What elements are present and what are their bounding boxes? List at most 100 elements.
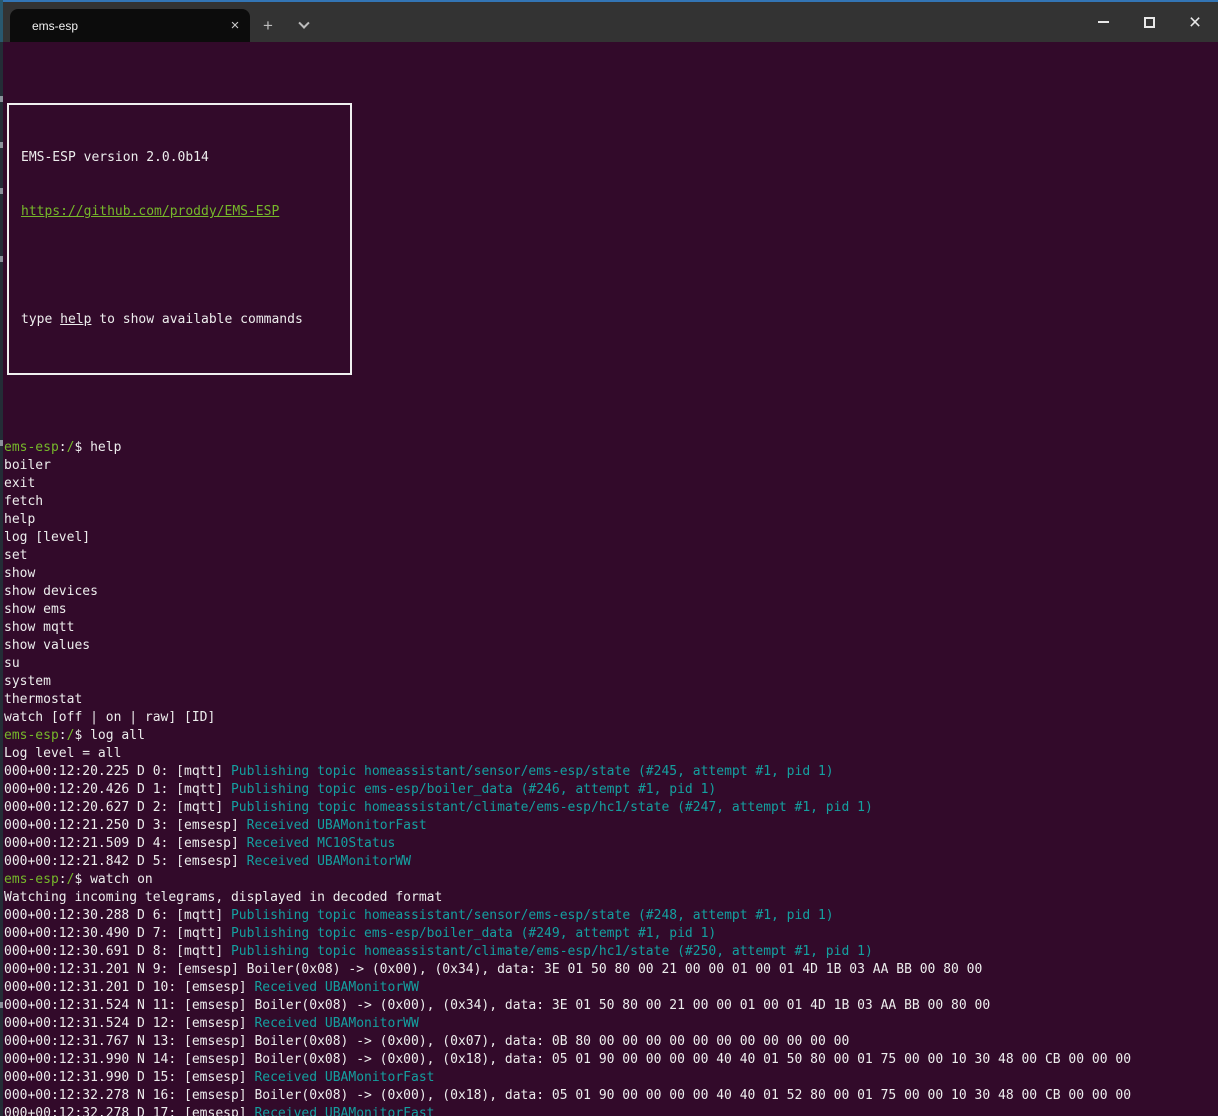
background-window-edge xyxy=(0,0,3,1116)
terminal-text-segment: Publishing topic homeassistant/sensor/em… xyxy=(231,764,834,779)
terminal-line: show mqtt xyxy=(4,619,1218,637)
terminal-text-segment: su xyxy=(4,656,20,671)
terminal-text-segment: 000+00:12:32.278 D 17: [emsesp] xyxy=(4,1106,254,1116)
terminal-text-segment: 000+00:12:31.201 D 10: [emsesp] xyxy=(4,980,254,995)
terminal-line: help xyxy=(4,511,1218,529)
tab-title: ems-esp xyxy=(10,19,220,33)
terminal-text-segment: Received UBAMonitorFast xyxy=(254,1070,434,1085)
terminal-line: 000+00:12:20.426 D 1: [mqtt] Publishing … xyxy=(4,781,1218,799)
terminal-text-segment: Received UBAMonitorWW xyxy=(254,1016,418,1031)
terminal-text-segment: Log level = all xyxy=(4,746,121,761)
tab-ems-esp[interactable]: ems-esp × xyxy=(10,9,250,42)
terminal-text-segment: Received UBAMonitorFast xyxy=(247,818,427,833)
terminal-text-segment: set xyxy=(4,548,27,563)
terminal-text-segment: watch [off | on | raw] [ID] xyxy=(4,710,215,725)
terminal-line: 000+00:12:21.250 D 3: [emsesp] Received … xyxy=(4,817,1218,835)
terminal-line: 000+00:12:30.288 D 6: [mqtt] Publishing … xyxy=(4,907,1218,925)
new-tab-button[interactable]: + xyxy=(250,9,286,42)
terminal-text-segment: show xyxy=(4,566,35,581)
terminal-text-segment: Publishing topic ems-esp/boiler_data (#2… xyxy=(231,782,716,797)
terminal-line: 000+00:12:20.225 D 0: [mqtt] Publishing … xyxy=(4,763,1218,781)
terminal-text-segment: ems-esp xyxy=(4,872,59,887)
github-link[interactable]: https://github.com/proddy/EMS-ESP xyxy=(21,204,279,219)
minimize-button[interactable] xyxy=(1080,2,1126,42)
terminal-text-segment: thermostat xyxy=(4,692,82,707)
terminal-line: su xyxy=(4,655,1218,673)
terminal-line: boiler xyxy=(4,457,1218,475)
terminal-line: set xyxy=(4,547,1218,565)
terminal-line: 000+00:12:31.524 D 12: [emsesp] Received… xyxy=(4,1015,1218,1033)
terminal-text-segment: Watching incoming telegrams, displayed i… xyxy=(4,890,442,905)
terminal-line: show devices xyxy=(4,583,1218,601)
terminal-line: 000+00:12:31.201 N 9: [emsesp] Boiler(0x… xyxy=(4,961,1218,979)
terminal-text-segment: 000+00:12:20.627 D 2: [mqtt] xyxy=(4,800,231,815)
window-accent-border xyxy=(0,0,1218,2)
terminal-text-segment: show ems xyxy=(4,602,67,617)
terminal-line: 000+00:12:21.842 D 5: [emsesp] Received … xyxy=(4,853,1218,871)
tab-dropdown-button[interactable] xyxy=(286,9,322,42)
terminal-text-segment: show values xyxy=(4,638,90,653)
chevron-down-icon xyxy=(298,17,309,28)
tab-close-icon[interactable]: × xyxy=(220,17,250,34)
terminal-text-segment: 000+00:12:31.524 D 12: [emsesp] xyxy=(4,1016,254,1031)
terminal-line: system xyxy=(4,673,1218,691)
terminal-text-segment: show mqtt xyxy=(4,620,74,635)
terminal-text-segment: Received MC10Status xyxy=(247,836,396,851)
terminal-line: show xyxy=(4,565,1218,583)
titlebar[interactable]: ems-esp × + × xyxy=(0,2,1218,42)
terminal-text-segment: log [level] xyxy=(4,530,90,545)
terminal-line: 000+00:12:31.767 N 13: [emsesp] Boiler(0… xyxy=(4,1033,1218,1051)
terminal-text-segment: 000+00:12:31.990 D 15: [emsesp] xyxy=(4,1070,254,1085)
startup-banner: EMS-ESP version 2.0.0b14 https://github.… xyxy=(7,103,352,375)
terminal-line: 000+00:12:20.627 D 2: [mqtt] Publishing … xyxy=(4,799,1218,817)
terminal-text-segment: : xyxy=(59,872,67,887)
terminal-text-segment: : xyxy=(59,728,67,743)
terminal-text-segment: boiler xyxy=(4,458,51,473)
terminal-text-segment: 000+00:12:30.288 D 6: [mqtt] xyxy=(4,908,231,923)
terminal-line: show values xyxy=(4,637,1218,655)
terminal-text-segment: 000+00:12:31.767 N 13: [emsesp] Boiler(0… xyxy=(4,1034,849,1049)
terminal-line: fetch xyxy=(4,493,1218,511)
maximize-icon xyxy=(1144,17,1155,28)
terminal-text-segment: 000+00:12:21.509 D 4: [emsesp] xyxy=(4,836,247,851)
terminal-text-segment: Received UBAMonitorWW xyxy=(247,854,411,869)
terminal-line: log [level] xyxy=(4,529,1218,547)
terminal-text-segment: 000+00:12:21.842 D 5: [emsesp] xyxy=(4,854,247,869)
terminal-line: thermostat xyxy=(4,691,1218,709)
minimize-icon xyxy=(1098,21,1109,23)
terminal-text-segment: 000+00:12:31.524 N 11: [emsesp] Boiler(0… xyxy=(4,998,990,1013)
terminal-line: 000+00:12:30.691 D 8: [mqtt] Publishing … xyxy=(4,943,1218,961)
terminal-text-segment: ems-esp xyxy=(4,728,59,743)
close-button[interactable]: × xyxy=(1172,2,1218,42)
banner-version: EMS-ESP version 2.0.0b14 xyxy=(21,149,338,167)
terminal-body[interactable]: EMS-ESP version 2.0.0b14 https://github.… xyxy=(0,42,1218,1116)
terminal-line: 000+00:12:31.201 D 10: [emsesp] Received… xyxy=(4,979,1218,997)
terminal-text-segment: 000+00:12:30.691 D 8: [mqtt] xyxy=(4,944,231,959)
terminal-text-segment: help xyxy=(4,512,35,527)
terminal-text-segment: $ log all xyxy=(74,728,144,743)
terminal-lines: ems-esp:/$ helpboilerexitfetchhelplog [l… xyxy=(4,439,1218,1116)
terminal-line: 000+00:12:32.278 N 16: [emsesp] Boiler(0… xyxy=(4,1087,1218,1105)
terminal-text-segment: $ watch on xyxy=(74,872,152,887)
terminal-text-segment: 000+00:12:32.278 N 16: [emsesp] Boiler(0… xyxy=(4,1088,1131,1103)
terminal-text-segment: Publishing topic homeassistant/sensor/em… xyxy=(231,908,834,923)
terminal-text-segment: Received UBAMonitorWW xyxy=(254,980,418,995)
terminal-text-segment: system xyxy=(4,674,51,689)
close-icon: × xyxy=(1189,12,1201,33)
terminal-text-segment: 000+00:12:20.426 D 1: [mqtt] xyxy=(4,782,231,797)
plus-icon: + xyxy=(263,16,273,36)
banner-hint: type help to show available commands xyxy=(21,311,338,329)
terminal-text-segment: Publishing topic homeassistant/climate/e… xyxy=(231,944,873,959)
terminal-line: 000+00:12:31.990 N 14: [emsesp] Boiler(0… xyxy=(4,1051,1218,1069)
terminal-text-segment: Publishing topic ems-esp/boiler_data (#2… xyxy=(231,926,716,941)
terminal-line: ems-esp:/$ log all xyxy=(4,727,1218,745)
terminal-line: 000+00:12:31.990 D 15: [emsesp] Received… xyxy=(4,1069,1218,1087)
terminal-line: 000+00:12:21.509 D 4: [emsesp] Received … xyxy=(4,835,1218,853)
maximize-button[interactable] xyxy=(1126,2,1172,42)
help-command-hint: help xyxy=(60,312,91,327)
terminal-text-segment: : xyxy=(59,440,67,455)
terminal-text-segment: 000+00:12:20.225 D 0: [mqtt] xyxy=(4,764,231,779)
terminal-text-segment: 000+00:12:30.490 D 7: [mqtt] xyxy=(4,926,231,941)
terminal-line: watch [off | on | raw] [ID] xyxy=(4,709,1218,727)
terminal-text-segment: Publishing topic homeassistant/climate/e… xyxy=(231,800,873,815)
